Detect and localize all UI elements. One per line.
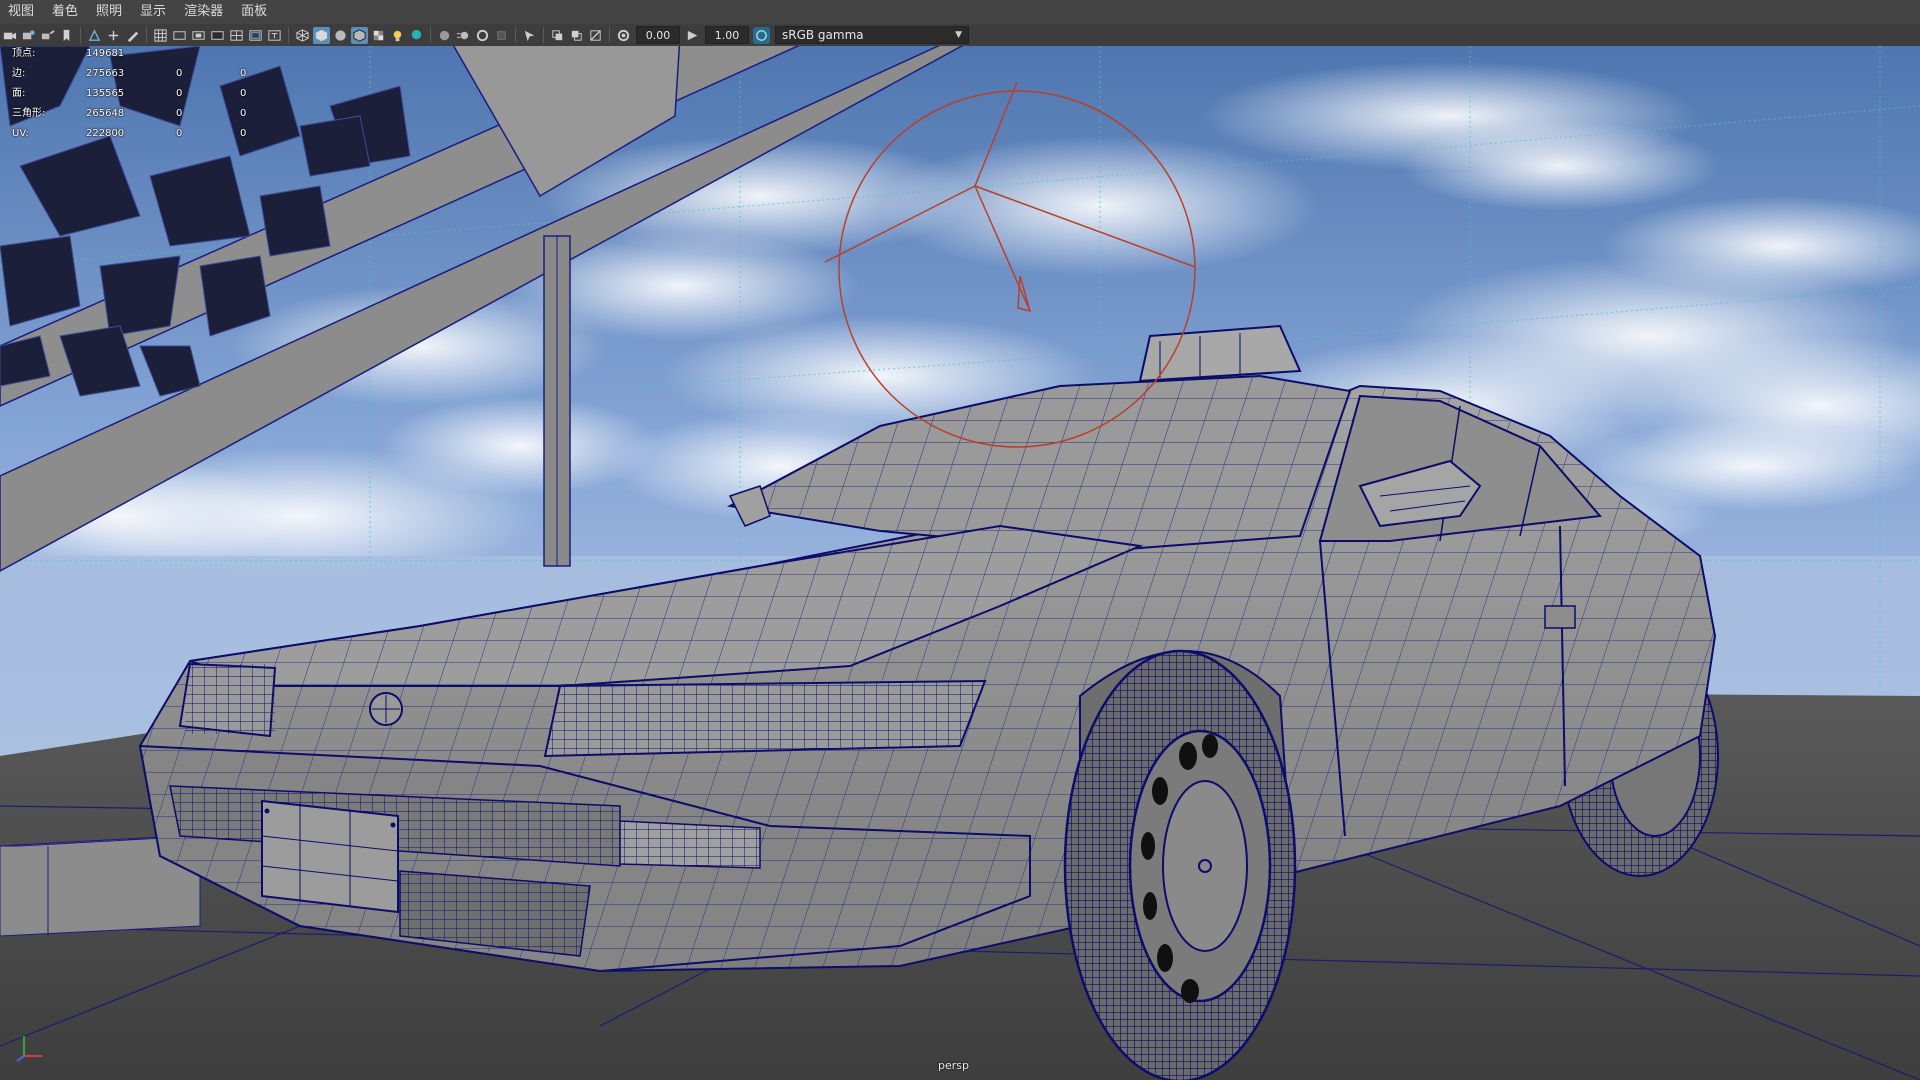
default-material-icon[interactable] [332, 27, 349, 44]
camera-name-label: persp [938, 1059, 969, 1072]
xray-icon[interactable] [549, 27, 566, 44]
menu-shading[interactable]: 着色 [44, 0, 88, 24]
hud-row-vertices: 顶点: 149681 [12, 46, 270, 64]
anti-aliasing-icon[interactable] [474, 27, 491, 44]
menu-lighting[interactable]: 照明 [88, 0, 132, 24]
hud-value: 0 [240, 108, 247, 119]
screen-space-ao-icon[interactable] [436, 27, 453, 44]
colorspace-icon[interactable] [753, 26, 770, 44]
exposure-field[interactable]: 0.00 [636, 26, 680, 44]
menu-panels[interactable]: 面板 [233, 0, 277, 24]
safe-action-icon[interactable] [247, 27, 264, 44]
color-space-value: sRGB gamma [782, 28, 864, 42]
safe-title-icon[interactable] [266, 27, 283, 44]
menu-view[interactable]: 视图 [0, 0, 44, 24]
2d-pan-icon[interactable] [105, 27, 122, 44]
scene-render[interactable] [0, 46, 1920, 1080]
menu-show[interactable]: 显示 [132, 0, 176, 24]
camera-icon[interactable] [1, 27, 18, 44]
hud-value: 0 [176, 68, 183, 79]
motion-blur-icon[interactable] [455, 27, 472, 44]
hud-row-faces: 面: 135565 0 0 [12, 84, 270, 104]
hud-value: 0 [176, 108, 183, 119]
menu-renderer[interactable]: 渲染器 [176, 0, 233, 24]
hud-value: 0 [176, 128, 183, 139]
toolbar-separator [288, 27, 289, 43]
hud-value: 222800 [86, 128, 125, 139]
resolution-gate-icon[interactable] [190, 27, 207, 44]
film-gate-icon[interactable] [171, 27, 188, 44]
toolbar-separator [543, 27, 544, 43]
hud-label: 三角形: [12, 108, 46, 119]
grease-pencil-icon[interactable] [124, 27, 141, 44]
color-space-dropdown[interactable]: sRGB gamma ▼ [775, 26, 969, 44]
toolbar-separator [430, 27, 431, 43]
hud-value: 0 [240, 128, 247, 139]
image-plane-icon[interactable] [86, 27, 103, 44]
textured-icon[interactable] [370, 27, 387, 44]
smooth-shade-icon[interactable] [313, 26, 330, 44]
toolbar-separator [515, 27, 516, 43]
depth-of-field-icon[interactable] [493, 27, 510, 44]
wireframe-on-shaded-icon[interactable] [351, 26, 368, 44]
lock-camera-icon[interactable] [39, 27, 56, 44]
light-icon[interactable] [389, 27, 406, 44]
field-chart-icon[interactable] [228, 27, 245, 44]
hud-label: 顶点: [12, 48, 36, 59]
bookmark-icon[interactable] [58, 27, 75, 44]
grid-icon[interactable] [152, 27, 169, 44]
panel-menu-bar: 视图 着色 照明 显示 渲染器 面板 [0, 0, 1920, 24]
hud-value: 0 [240, 88, 247, 99]
wireframe-icon[interactable] [294, 27, 311, 44]
maya-app: 视图 着色 照明 显示 渲染器 面板 0.00 1.00 sRGB gamma … [0, 0, 1920, 1080]
chevron-down-icon: ▼ [955, 30, 962, 40]
hud-value: 275663 [86, 68, 125, 79]
poly-count-hud: 顶点: 149681 边: 275663 0 0 面: 135565 0 0 三… [12, 46, 270, 144]
hud-value: 0 [176, 88, 183, 99]
toolbar-separator [146, 27, 147, 43]
license-plate [261, 799, 399, 914]
exposure-icon[interactable] [615, 27, 632, 44]
hud-label: UV: [12, 128, 29, 139]
toolbar-separator [609, 27, 610, 43]
hud-value: 265648 [86, 108, 125, 119]
hud-row-edges: 边: 275663 0 0 [12, 64, 270, 84]
hud-row-uvs: UV: 222800 0 0 [12, 124, 270, 144]
3d-viewport[interactable]: 顶点: 149681 边: 275663 0 0 面: 135565 0 0 三… [0, 46, 1920, 1080]
hud-label: 面: [12, 88, 26, 99]
shadows-icon[interactable] [408, 27, 425, 44]
axis-gizmo-icon [16, 1036, 42, 1062]
gamma-field[interactable]: 1.00 [705, 26, 749, 44]
hud-label: 边: [12, 68, 26, 79]
gamma-icon[interactable] [684, 27, 701, 44]
toolbar-separator [80, 27, 81, 43]
isolate-select-icon[interactable] [521, 27, 538, 44]
hud-value: 0 [240, 68, 247, 79]
gate-mask-icon[interactable] [209, 27, 226, 44]
xray-joints-icon[interactable] [568, 27, 585, 44]
hud-value: 149681 [86, 48, 125, 59]
panel-toolbar: 0.00 1.00 sRGB gamma ▼ [0, 24, 1920, 47]
hud-row-triangles: 三角形: 265648 0 0 [12, 104, 270, 124]
select-camera-icon[interactable] [20, 27, 37, 44]
backface-culling-icon[interactable] [587, 27, 604, 44]
hud-value: 135565 [86, 88, 125, 99]
